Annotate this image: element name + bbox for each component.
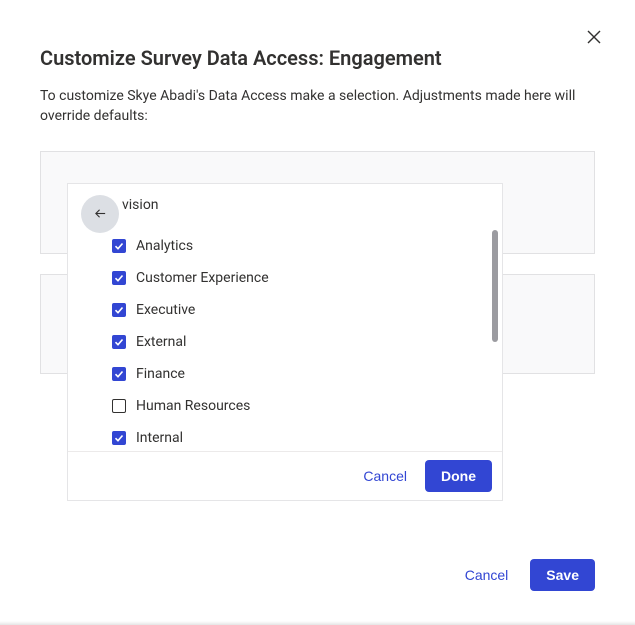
option-label: Internal bbox=[136, 430, 183, 446]
option-row[interactable]: External bbox=[68, 326, 502, 358]
dropdown-done-button[interactable]: Done bbox=[425, 460, 492, 492]
option-label: Customer Experience bbox=[136, 270, 269, 286]
dropdown-footer: Cancel Done bbox=[68, 451, 502, 500]
close-icon bbox=[587, 29, 601, 48]
dialog-description: To customize Skye Abadi's Data Access ma… bbox=[40, 86, 595, 127]
options-list: Analytics Customer Experience Executive Ext… bbox=[68, 226, 502, 451]
option-row[interactable]: Analytics bbox=[68, 230, 502, 262]
option-row[interactable]: Internal bbox=[68, 422, 502, 451]
dialog-save-button[interactable]: Save bbox=[530, 559, 595, 591]
checkbox[interactable] bbox=[112, 303, 126, 317]
dialog-footer: Cancel Save bbox=[455, 559, 595, 591]
option-row[interactable]: Customer Experience bbox=[68, 262, 502, 294]
dropdown-header-label: vision bbox=[122, 197, 159, 213]
dialog-title: Customize Survey Data Access: Engagement bbox=[40, 46, 595, 70]
scrollbar-thumb[interactable] bbox=[492, 230, 498, 342]
division-dropdown-panel: vision Analytics Customer Experience Execu… bbox=[67, 183, 503, 501]
option-row[interactable]: Finance bbox=[68, 358, 502, 390]
dropdown-cancel-button[interactable]: Cancel bbox=[353, 462, 417, 490]
dialog-header: Customize Survey Data Access: Engagement… bbox=[0, 0, 635, 127]
dialog-cancel-button[interactable]: Cancel bbox=[455, 561, 519, 589]
option-row[interactable]: Human Resources bbox=[68, 390, 502, 422]
option-label: Executive bbox=[136, 302, 195, 318]
checkbox[interactable] bbox=[112, 239, 126, 253]
dropdown-header: vision bbox=[68, 184, 502, 226]
checkbox[interactable] bbox=[112, 431, 126, 445]
arrow-left-icon bbox=[94, 205, 107, 224]
close-button[interactable] bbox=[584, 28, 604, 48]
option-label: Human Resources bbox=[136, 398, 250, 414]
back-button[interactable] bbox=[81, 195, 119, 233]
checkbox[interactable] bbox=[112, 367, 126, 381]
option-label: External bbox=[136, 334, 186, 350]
option-label: Analytics bbox=[136, 238, 193, 254]
checkbox[interactable] bbox=[112, 335, 126, 349]
checkbox[interactable] bbox=[112, 399, 126, 413]
customize-access-dialog: Customize Survey Data Access: Engagement… bbox=[0, 0, 635, 625]
option-row[interactable]: Executive bbox=[68, 294, 502, 326]
options-scroll-area: Analytics Customer Experience Executive Ext… bbox=[68, 226, 502, 451]
option-label: Finance bbox=[136, 366, 185, 382]
checkbox[interactable] bbox=[112, 271, 126, 285]
bottom-shadow bbox=[0, 621, 635, 625]
